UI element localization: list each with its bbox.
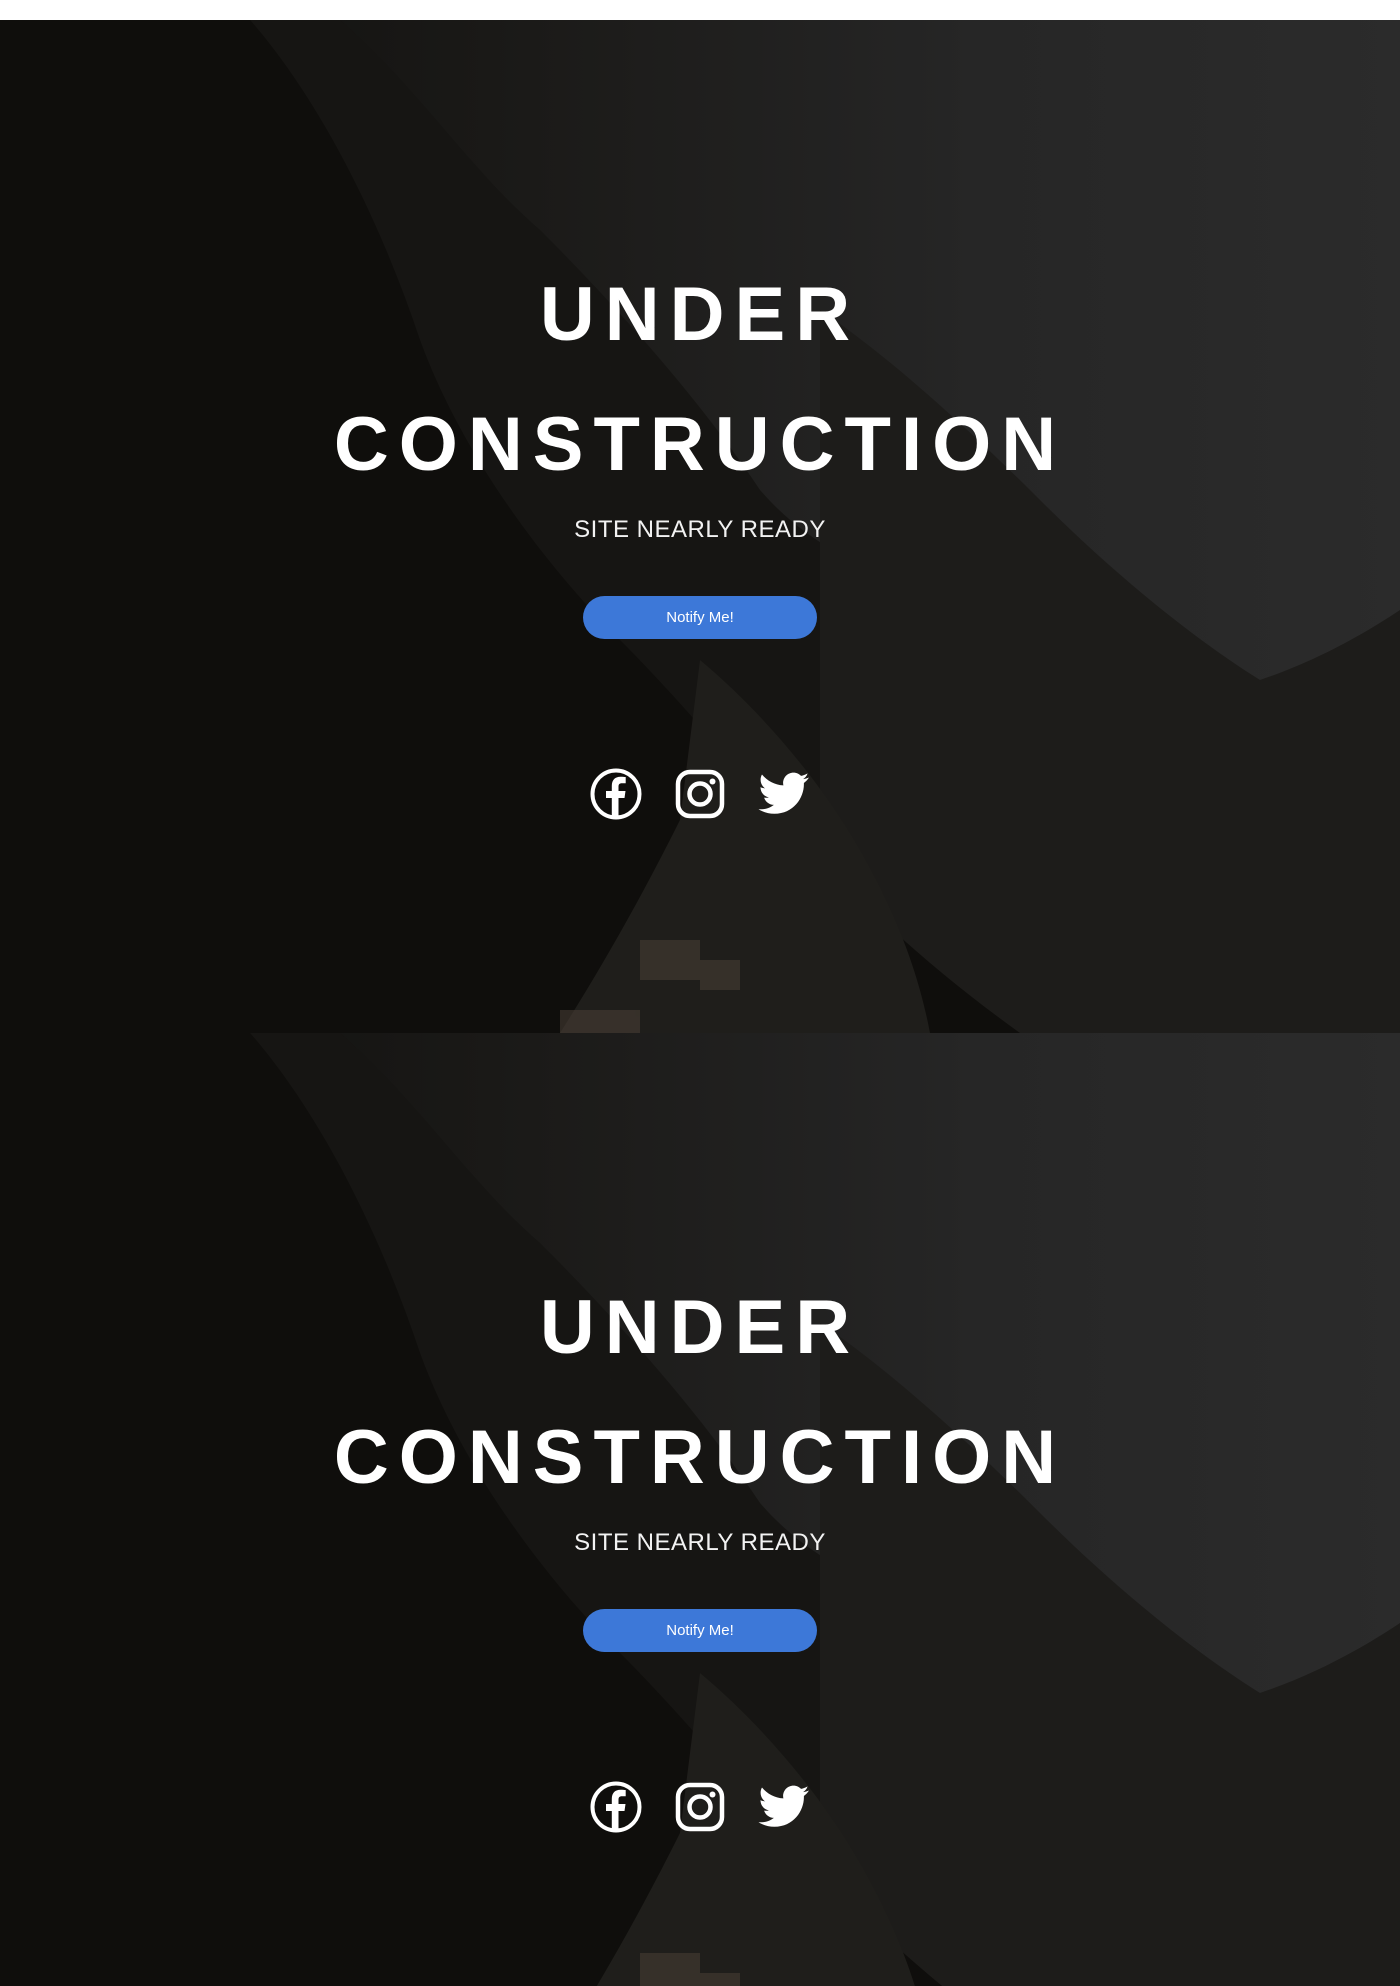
title-line-under: UNDER [539,272,861,357]
twitter-icon-glyph [758,772,809,814]
hero-content: UNDER CONSTRUCTION SITE NEARLY READY Not… [0,20,1400,1033]
title-line-under: UNDER [539,1285,861,1370]
page: UNDER CONSTRUCTION SITE NEARLY READY Not… [0,0,1400,1986]
top-strip [0,0,1400,20]
notify-button[interactable]: Notify Me! [583,1609,817,1652]
hero-content: UNDER CONSTRUCTION SITE NEARLY READY Not… [0,1033,1400,1986]
facebook-icon-glyph [590,1781,642,1833]
facebook-icon-glyph [590,768,642,820]
title-line-construction: CONSTRUCTION [333,1415,1067,1500]
social-links [0,766,1400,822]
hero-section: UNDER CONSTRUCTION SITE NEARLY READY Not… [0,20,1400,1033]
hero-section: UNDER CONSTRUCTION SITE NEARLY READY Not… [0,1033,1400,1986]
instagram-icon-glyph [675,769,725,819]
subtitle: SITE NEARLY READY [574,516,826,543]
page-title: UNDER CONSTRUCTION [0,1263,1400,1523]
subtitle: SITE NEARLY READY [574,1529,826,1556]
instagram-icon[interactable] [673,767,727,821]
page-title: UNDER CONSTRUCTION [0,250,1400,510]
instagram-icon[interactable] [673,1780,727,1834]
social-links [0,1779,1400,1835]
notify-button[interactable]: Notify Me! [583,596,817,639]
instagram-icon-glyph [675,1782,725,1832]
twitter-icon[interactable] [757,767,811,821]
title-line-construction: CONSTRUCTION [333,402,1067,487]
twitter-icon-glyph [758,1785,809,1827]
facebook-icon[interactable] [589,767,643,821]
twitter-icon[interactable] [757,1780,811,1834]
facebook-icon[interactable] [589,1780,643,1834]
